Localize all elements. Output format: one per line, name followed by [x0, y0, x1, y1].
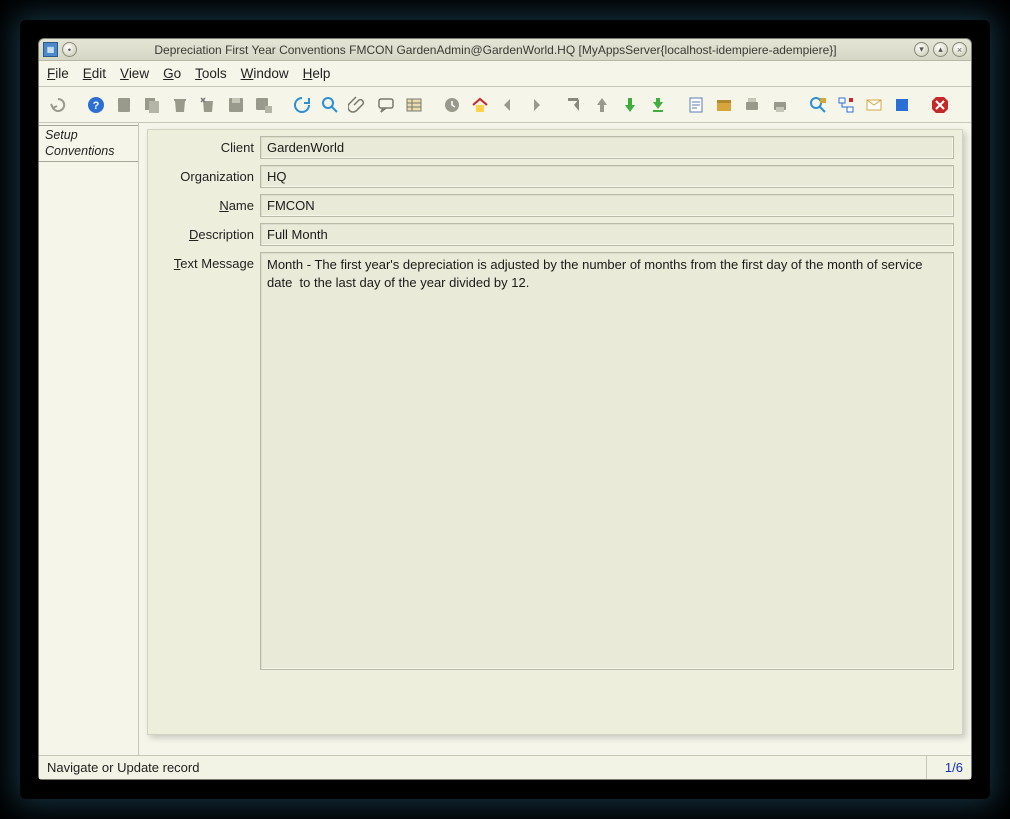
menu-window[interactable]: Window — [241, 66, 289, 81]
history-icon[interactable] — [439, 92, 465, 118]
description-field[interactable] — [260, 223, 954, 246]
window-menu-button[interactable]: • — [62, 42, 77, 57]
undo-icon[interactable] — [45, 92, 71, 118]
requests-icon[interactable] — [861, 92, 887, 118]
content-area: Setup Conventions Client Organization Na… — [39, 123, 971, 755]
menu-view[interactable]: View — [120, 66, 149, 81]
svg-text:?: ? — [93, 100, 100, 112]
maximize-button[interactable]: ▴ — [933, 42, 948, 57]
help-icon[interactable]: ? — [83, 92, 109, 118]
home-icon[interactable] — [467, 92, 493, 118]
minimize-button[interactable]: ▾ — [914, 42, 929, 57]
status-message: Navigate or Update record — [39, 756, 927, 779]
workflow-icon[interactable] — [833, 92, 859, 118]
tab-setup-conventions[interactable]: Setup Conventions — [39, 125, 138, 162]
exit-icon[interactable] — [927, 92, 953, 118]
print-icon[interactable] — [767, 92, 793, 118]
client-field[interactable] — [260, 136, 954, 159]
menubar: File Edit View Go Tools Window Help — [39, 61, 971, 87]
text-message-label: Text Message — [156, 252, 260, 271]
save-icon[interactable] — [223, 92, 249, 118]
delete-selection-icon[interactable] — [195, 92, 221, 118]
form-panel: Client Organization Name Description — [139, 123, 971, 755]
name-label: Name — [156, 194, 260, 213]
zoom-across-icon[interactable] — [805, 92, 831, 118]
copy-record-icon[interactable] — [139, 92, 165, 118]
record-position: 1/6 — [927, 756, 971, 779]
menu-go[interactable]: Go — [163, 66, 181, 81]
menu-help[interactable]: Help — [303, 66, 331, 81]
description-label: Description — [156, 223, 260, 242]
name-field[interactable] — [260, 194, 954, 217]
delete-record-icon[interactable] — [167, 92, 193, 118]
archive-icon[interactable] — [711, 92, 737, 118]
new-record-icon[interactable] — [111, 92, 137, 118]
application-window: ▦ • Depreciation First Year Conventions … — [38, 38, 972, 780]
text-message-field[interactable] — [260, 252, 954, 670]
refresh-icon[interactable] — [289, 92, 315, 118]
app-icon: ▦ — [43, 42, 58, 57]
next-record-icon[interactable] — [617, 92, 643, 118]
close-button[interactable]: × — [952, 42, 967, 57]
first-record-icon[interactable] — [561, 92, 587, 118]
print-preview-icon[interactable] — [739, 92, 765, 118]
attachment-icon[interactable] — [345, 92, 371, 118]
toolbar: ? — [39, 87, 971, 123]
titlebar: ▦ • Depreciation First Year Conventions … — [39, 39, 971, 61]
save-new-icon[interactable] — [251, 92, 277, 118]
grid-toggle-icon[interactable] — [401, 92, 427, 118]
previous-record-icon[interactable] — [589, 92, 615, 118]
organization-field[interactable] — [260, 165, 954, 188]
menu-edit[interactable]: Edit — [83, 66, 106, 81]
parent-record-icon[interactable] — [495, 92, 521, 118]
sidebar: Setup Conventions — [39, 123, 139, 755]
chat-icon[interactable] — [373, 92, 399, 118]
window-title: Depreciation First Year Conventions FMCO… — [83, 43, 908, 57]
last-record-icon[interactable] — [645, 92, 671, 118]
statusbar: Navigate or Update record 1/6 — [39, 755, 971, 779]
menu-file[interactable]: File — [47, 66, 69, 81]
report-icon[interactable] — [683, 92, 709, 118]
menu-tools[interactable]: Tools — [195, 66, 227, 81]
detail-record-icon[interactable] — [523, 92, 549, 118]
client-label: Client — [156, 136, 260, 155]
find-icon[interactable] — [317, 92, 343, 118]
product-info-icon[interactable] — [889, 92, 915, 118]
tab-label-line1: Setup — [45, 128, 132, 144]
organization-label: Organization — [156, 165, 260, 184]
tab-label-line2: Conventions — [45, 144, 132, 160]
